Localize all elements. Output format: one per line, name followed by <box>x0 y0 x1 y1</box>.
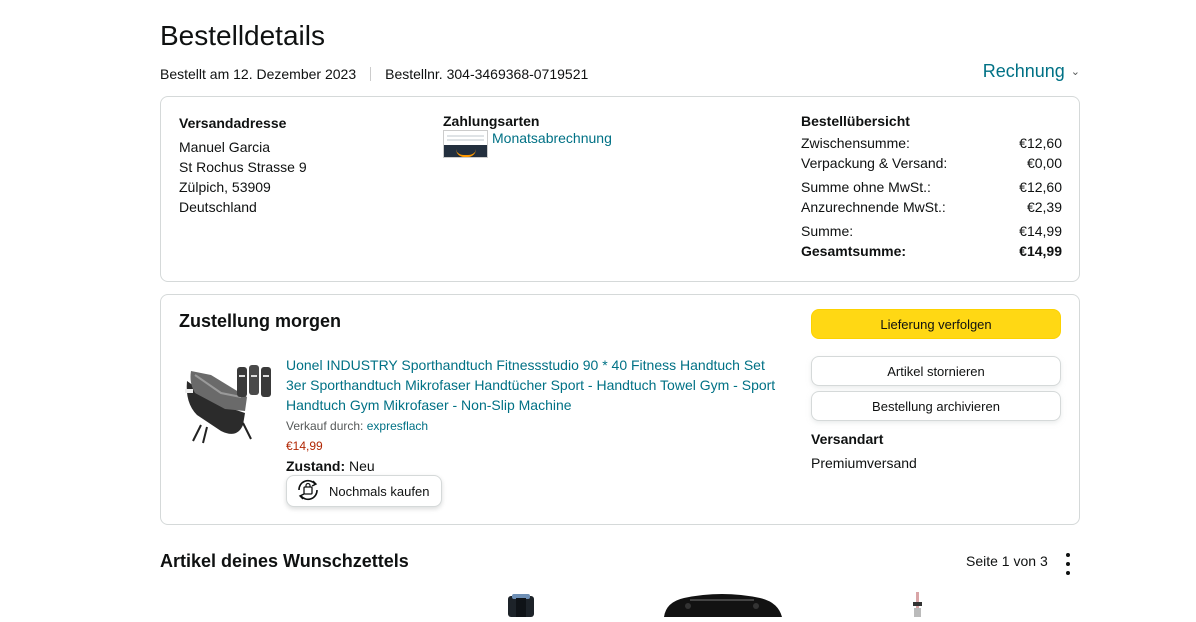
summary-heading: Bestellübersicht <box>801 113 910 129</box>
summary-label: Verpackung & Versand: <box>801 155 948 171</box>
summary-row-subtotal: Zwischensumme: €12,60 <box>801 133 1062 153</box>
buy-again-icon <box>295 479 321 504</box>
towel-set-product-image[interactable] <box>181 353 277 449</box>
summary-label: Anzurechnende MwSt.: <box>801 199 946 215</box>
cancel-item-button[interactable]: Artikel stornieren <box>811 356 1061 386</box>
order-info-box: Versandadresse Manuel Garcia St Rochus S… <box>160 96 1080 282</box>
shipment-box: Zustellung morgen Uonel INDUSTRY Sportha… <box>160 294 1080 525</box>
summary-value: €12,60 <box>1019 179 1062 195</box>
payment-heading: Zahlungsarten <box>443 113 540 129</box>
order-number: Bestellnr. 304-3469368-0719521 <box>385 66 589 82</box>
summary-row-sum: Summe: €14,99 <box>801 221 1062 241</box>
summary-row-shipping: Verpackung & Versand: €0,00 <box>801 153 1062 173</box>
summary-label: Gesamtsumme: <box>801 243 907 259</box>
product-price: €14,99 <box>286 439 323 453</box>
summary-row-grand-total: Gesamtsumme: €14,99 <box>801 241 1062 261</box>
address-line: Zülpich, 53909 <box>179 179 271 195</box>
shipping-type-value: Premiumversand <box>811 455 917 471</box>
summary-value: €12,60 <box>1019 135 1062 151</box>
shipping-type-heading: Versandart <box>811 431 884 447</box>
condition-label: Zustand: <box>286 458 346 474</box>
shipping-address-heading: Versandadresse <box>179 115 287 131</box>
amazon-card-icon <box>443 130 488 158</box>
buy-again-label: Nochmals kaufen <box>329 483 430 499</box>
order-summary: Bestellübersicht Zwischensumme: €12,60 V… <box>801 113 1062 261</box>
product-condition: Zustand: Neu <box>286 458 375 474</box>
chevron-down-icon: ⌄ <box>1070 66 1080 78</box>
page-title: Bestelldetails <box>160 20 325 51</box>
summary-row-net: Summe ohne MwSt.: €12,60 <box>801 177 1062 197</box>
order-date: Bestellt am 12. Dezember 2023 <box>160 66 357 82</box>
wishlist-item-image[interactable] <box>504 592 538 617</box>
seller-info: Verkauf durch: expresflach <box>286 419 428 433</box>
wishlist-item-image[interactable] <box>660 592 784 617</box>
order-meta: Bestellt am 12. Dezember 2023 Bestellnr.… <box>160 66 588 82</box>
more-options-icon[interactable] <box>1062 553 1074 575</box>
payment-methods: Zahlungsarten Monatsabrechnung <box>443 113 612 158</box>
condition-value: Neu <box>349 458 375 474</box>
invoice-dropdown[interactable]: Rechnung ⌄ <box>983 61 1080 82</box>
summary-value: €14,99 <box>1019 223 1062 239</box>
summary-value: €2,39 <box>1026 199 1062 215</box>
track-delivery-button[interactable]: Lieferung verfolgen <box>811 309 1061 339</box>
seller-link[interactable]: expresflach <box>367 419 428 433</box>
invoice-label: Rechnung <box>982 61 1065 81</box>
summary-value: €0,00 <box>1026 155 1062 171</box>
buy-again-button[interactable]: Nochmals kaufen <box>286 475 443 507</box>
summary-value: €14,99 <box>1019 243 1062 259</box>
wishlist-title: Artikel deines Wunschzettels <box>160 551 409 571</box>
archive-order-button[interactable]: Bestellung archivieren <box>811 391 1061 421</box>
wishlist-pager: Seite 1 von 3 <box>966 553 1048 569</box>
seller-label: Verkauf durch: <box>286 419 364 433</box>
divider <box>370 67 372 81</box>
summary-label: Zwischensumme: <box>801 135 910 151</box>
product-title-link[interactable]: Uonel INDUSTRY Sporthandtuch Fitnessstud… <box>286 355 786 415</box>
delivery-status: Zustellung morgen <box>179 311 341 331</box>
summary-label: Summe: <box>801 223 854 239</box>
address-line: St Rochus Strasse 9 <box>179 159 307 175</box>
payment-method-link[interactable]: Monatsabrechnung <box>492 130 612 146</box>
summary-label: Summe ohne MwSt.: <box>801 179 931 195</box>
wishlist-item-image[interactable] <box>908 592 928 617</box>
address-line: Deutschland <box>179 199 257 215</box>
shipping-address: Versandadresse Manuel Garcia St Rochus S… <box>179 113 307 217</box>
summary-row-vat: Anzurechnende MwSt.: €2,39 <box>801 197 1062 217</box>
address-lines: Manuel Garcia St Rochus Strasse 9 Zülpic… <box>179 137 307 217</box>
address-line: Manuel Garcia <box>179 139 271 155</box>
